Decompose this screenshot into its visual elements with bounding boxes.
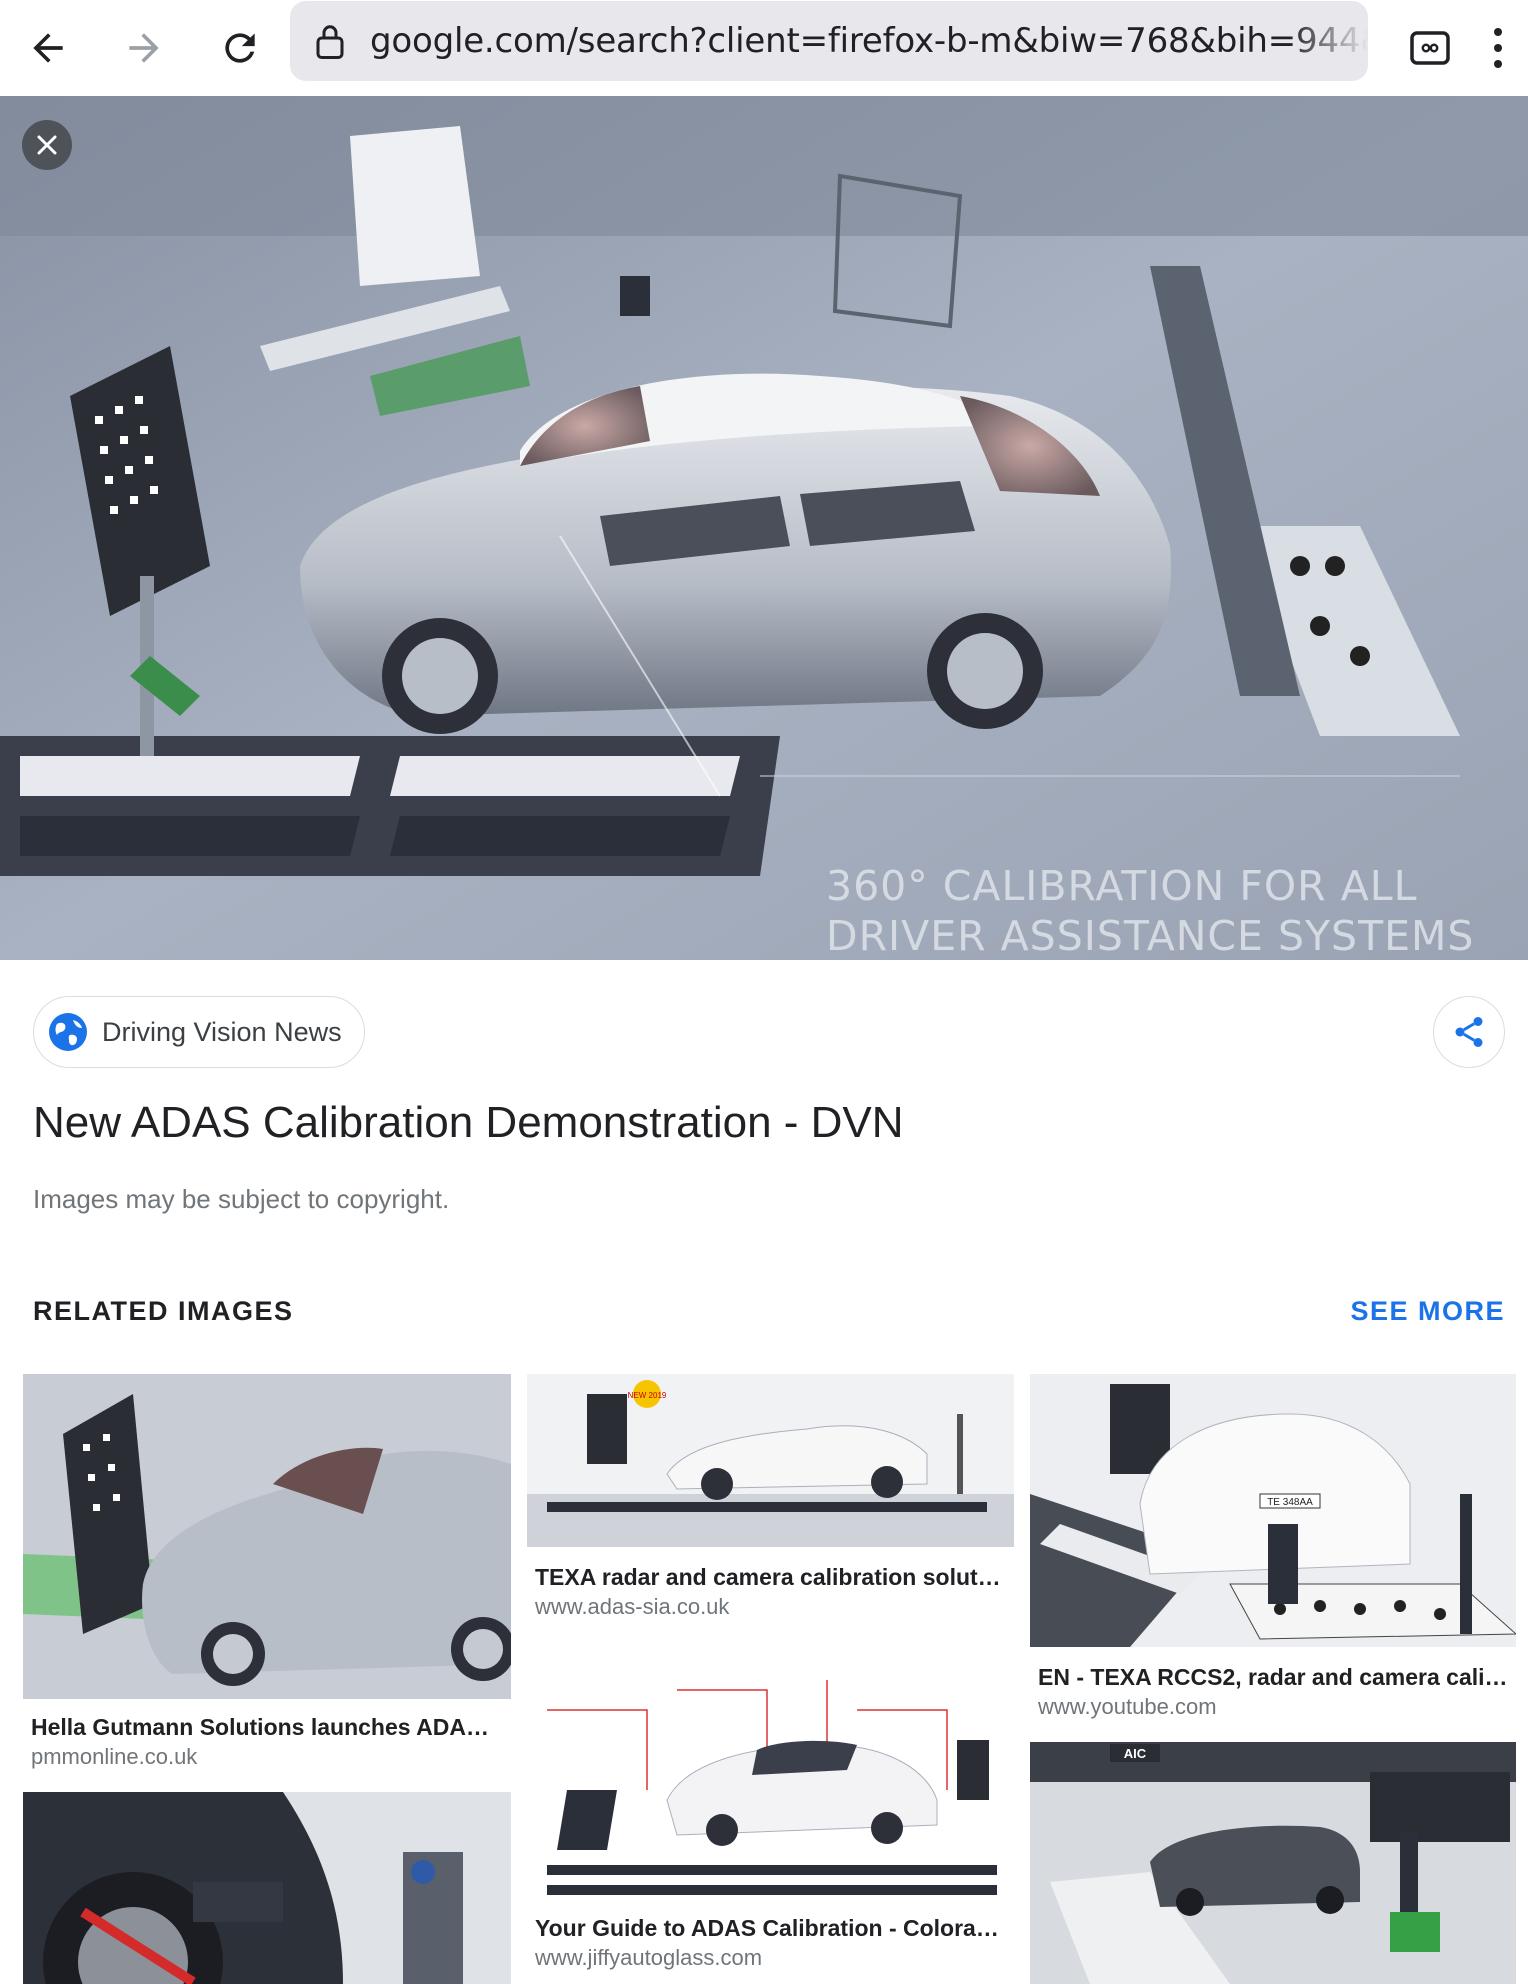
aic-sign: AIC	[1124, 1746, 1147, 1761]
source-chip[interactable]: Driving Vision News	[33, 996, 365, 1068]
car-calibration-thumbnail	[23, 1374, 511, 1699]
related-site: www.adas-sia.co.uk	[535, 1594, 730, 1619]
related-image-card[interactable]: Your Guide to ADAS Calibration - Colorad…	[527, 1650, 1014, 1984]
license-plate: TE 348AA	[1267, 1497, 1313, 1508]
tabs-icon	[1410, 31, 1450, 65]
copyright-notice: Images may be subject to copyright.	[33, 1184, 450, 1214]
close-preview-button[interactable]	[22, 120, 72, 170]
arrow-right-icon	[129, 33, 159, 63]
related-image-card[interactable]: NEW 2019 TEXA radar and camera calibrati…	[527, 1374, 1014, 1634]
related-image-card[interactable]: TE 348AA EN - TEXA RCCS2, radar and came…	[1030, 1374, 1516, 1726]
new-badge: NEW 2019	[628, 1391, 667, 1400]
url-text: google.com/search?client=firefox-b-m&biw…	[370, 21, 1368, 61]
browser-toolbar: google.com/search?client=firefox-b-m&biw…	[0, 0, 1528, 96]
overflow-menu-button[interactable]	[1468, 8, 1528, 88]
texa-rccs2-thumbnail: TE 348AA	[1030, 1374, 1516, 1647]
lock-icon	[290, 1, 370, 81]
hero-caption-line1: 360° CALIBRATION FOR ALL	[826, 862, 1418, 910]
related-images-heading: RELATED IMAGES	[33, 1296, 294, 1326]
share-button[interactable]	[1433, 996, 1505, 1068]
reload-button[interactable]	[200, 8, 280, 88]
url-bar[interactable]: google.com/search?client=firefox-b-m&biw…	[290, 1, 1368, 81]
source-name: Driving Vision News	[102, 1016, 342, 1047]
related-title: Your Guide to ADAS Calibration - Colorad…	[535, 1915, 1005, 1941]
hero-caption-line2: DRIVER ASSISTANCE SYSTEMS	[826, 912, 1475, 960]
tabs-button[interactable]	[1390, 8, 1470, 88]
wheel-clamp-thumbnail	[23, 1792, 511, 1984]
texa-calibration-thumbnail: NEW 2019	[527, 1374, 1014, 1547]
related-site: www.youtube.com	[1038, 1694, 1217, 1719]
share-icon	[1455, 1017, 1483, 1047]
reload-icon	[225, 33, 255, 63]
related-thumbnail[interactable]	[527, 1650, 1014, 1900]
related-thumbnail[interactable]	[23, 1374, 511, 1699]
back-button[interactable]	[8, 8, 88, 88]
close-icon	[37, 135, 57, 155]
more-vert-icon	[1494, 28, 1502, 68]
arrow-left-icon	[33, 33, 63, 63]
adas-guide-thumbnail	[527, 1650, 1014, 1900]
forward-button[interactable]	[104, 8, 184, 88]
hero-caption: 360° CALIBRATION FOR ALL DRIVER ASSISTAN…	[826, 861, 1474, 960]
related-thumbnail[interactable]: AIC	[1030, 1742, 1516, 1984]
related-image-card[interactable]	[23, 1792, 511, 1984]
preview-image[interactable]: 360° CALIBRATION FOR ALL DRIVER ASSISTAN…	[0, 96, 1528, 960]
related-site: pmmonline.co.uk	[31, 1744, 198, 1769]
related-thumbnail[interactable]	[23, 1792, 511, 1984]
related-site: www.jiffyautoglass.com	[535, 1945, 763, 1970]
see-more-link[interactable]: SEE MORE	[1350, 1296, 1505, 1327]
result-title[interactable]: New ADAS Calibration Demonstration - DVN	[33, 1098, 904, 1148]
aic-workshop-thumbnail: AIC	[1030, 1742, 1516, 1984]
related-thumbnail[interactable]: NEW 2019	[527, 1374, 1014, 1547]
globe-icon	[49, 1013, 87, 1051]
related-thumbnail[interactable]: TE 348AA	[1030, 1374, 1516, 1647]
related-image-card[interactable]: AIC	[1030, 1742, 1516, 1984]
related-title: EN - TEXA RCCS2, radar and camera calib…	[1038, 1664, 1508, 1690]
related-title: Hella Gutmann Solutions launches ADAS …	[31, 1714, 501, 1740]
related-title: TEXA radar and camera calibration soluti…	[535, 1564, 1005, 1590]
calibration-scene-image	[0, 96, 1528, 960]
related-image-card[interactable]: Hella Gutmann Solutions launches ADAS … …	[23, 1374, 511, 1774]
